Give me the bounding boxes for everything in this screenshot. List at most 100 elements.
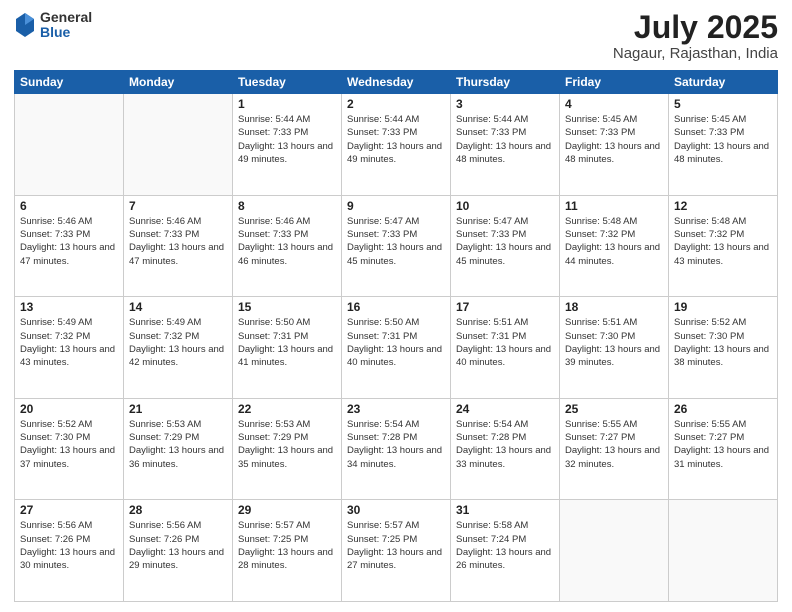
day-number: 25 [565,402,663,416]
day-number: 7 [129,199,227,213]
day-info: Sunrise: 5:52 AM Sunset: 7:30 PM Dayligh… [20,418,118,471]
day-cell: 27Sunrise: 5:56 AM Sunset: 7:26 PM Dayli… [15,500,124,602]
title-block: July 2025 Nagaur, Rajasthan, India [613,10,778,62]
day-number: 30 [347,503,445,517]
col-header-friday: Friday [560,71,669,94]
day-cell: 9 Sunrise: 5:47 AM Sunset: 7:33 PM Daylig… [342,195,451,297]
day-cell: 20 Sunrise: 5:52 AM Sunset: 7:30 PM Dayli… [15,398,124,500]
day-info: Sunrise: 5:57 AM Sunset: 7:25 PM Dayligh… [238,519,336,572]
header: General Blue July 2025 Nagaur, Rajasthan… [14,10,778,62]
day-info: Sunrise: 5:45 AM Sunset: 7:33 PM Dayligh… [565,113,663,166]
location: Nagaur, Rajasthan, India [613,45,778,62]
day-number: 31 [456,503,554,517]
day-info: Sunrise: 5:54 AM Sunset: 7:28 PM Dayligh… [456,418,554,471]
day-cell: 31 Sunrise: 5:58 AM Sunset: 7:24 PM Dayli… [451,500,560,602]
logo-blue: Blue [40,25,92,40]
day-cell: 12 Sunrise: 5:48 AM Sunset: 7:32 PM Dayli… [669,195,778,297]
day-number: 21 [129,402,227,416]
day-cell: 22Sunrise: 5:53 AM Sunset: 7:29 PM Dayli… [233,398,342,500]
day-info: Sunrise: 5:57 AM Sunset: 7:25 PM Dayligh… [347,519,445,572]
day-number: 14 [129,300,227,314]
day-number: 12 [674,199,772,213]
week-row-1: 1Sunrise: 5:44 AM Sunset: 7:33 PM Daylig… [15,94,778,196]
day-info: Sunrise: 5:48 AM Sunset: 7:32 PM Dayligh… [674,215,772,268]
day-cell: 23Sunrise: 5:54 AM Sunset: 7:28 PM Dayli… [342,398,451,500]
day-info: Sunrise: 5:53 AM Sunset: 7:29 PM Dayligh… [129,418,227,471]
day-number: 11 [565,199,663,213]
day-cell: 18Sunrise: 5:51 AM Sunset: 7:30 PM Dayli… [560,297,669,399]
day-cell [560,500,669,602]
day-cell: 17 Sunrise: 5:51 AM Sunset: 7:31 PM Dayli… [451,297,560,399]
day-info: Sunrise: 5:44 AM Sunset: 7:33 PM Dayligh… [238,113,336,166]
day-number: 24 [456,402,554,416]
logo-icon [14,11,36,39]
day-number: 10 [456,199,554,213]
day-info: Sunrise: 5:52 AM Sunset: 7:30 PM Dayligh… [674,316,772,369]
week-row-5: 27Sunrise: 5:56 AM Sunset: 7:26 PM Dayli… [15,500,778,602]
day-number: 9 [347,199,445,213]
col-header-saturday: Saturday [669,71,778,94]
day-info: Sunrise: 5:56 AM Sunset: 7:26 PM Dayligh… [20,519,118,572]
day-cell: 8Sunrise: 5:46 AM Sunset: 7:33 PM Daylig… [233,195,342,297]
day-info: Sunrise: 5:46 AM Sunset: 7:33 PM Dayligh… [20,215,118,268]
day-number: 20 [20,402,118,416]
day-cell: 16Sunrise: 5:50 AM Sunset: 7:31 PM Dayli… [342,297,451,399]
day-cell: 19 Sunrise: 5:52 AM Sunset: 7:30 PM Dayli… [669,297,778,399]
day-number: 28 [129,503,227,517]
day-info: Sunrise: 5:49 AM Sunset: 7:32 PM Dayligh… [129,316,227,369]
day-number: 13 [20,300,118,314]
day-number: 26 [674,402,772,416]
day-number: 5 [674,97,772,111]
day-cell: 25 Sunrise: 5:55 AM Sunset: 7:27 PM Dayli… [560,398,669,500]
day-info: Sunrise: 5:47 AM Sunset: 7:33 PM Dayligh… [347,215,445,268]
day-cell: 6Sunrise: 5:46 AM Sunset: 7:33 PM Daylig… [15,195,124,297]
day-cell [15,94,124,196]
logo: General Blue [14,10,92,41]
day-info: Sunrise: 5:44 AM Sunset: 7:33 PM Dayligh… [347,113,445,166]
day-number: 17 [456,300,554,314]
col-header-tuesday: Tuesday [233,71,342,94]
day-cell: 10 Sunrise: 5:47 AM Sunset: 7:33 PM Dayli… [451,195,560,297]
day-cell [124,94,233,196]
day-info: Sunrise: 5:56 AM Sunset: 7:26 PM Dayligh… [129,519,227,572]
week-row-3: 13 Sunrise: 5:49 AM Sunset: 7:32 PM Dayli… [15,297,778,399]
day-info: Sunrise: 5:48 AM Sunset: 7:32 PM Dayligh… [565,215,663,268]
day-number: 16 [347,300,445,314]
day-number: 19 [674,300,772,314]
day-number: 15 [238,300,336,314]
col-header-wednesday: Wednesday [342,71,451,94]
day-cell: 30 Sunrise: 5:57 AM Sunset: 7:25 PM Dayli… [342,500,451,602]
calendar-table: SundayMondayTuesdayWednesdayThursdayFrid… [14,70,778,602]
day-cell: 15 Sunrise: 5:50 AM Sunset: 7:31 PM Dayli… [233,297,342,399]
day-cell: 4 Sunrise: 5:45 AM Sunset: 7:33 PM Daylig… [560,94,669,196]
month-title: July 2025 [613,10,778,45]
page: General Blue July 2025 Nagaur, Rajasthan… [0,0,792,612]
week-row-4: 20 Sunrise: 5:52 AM Sunset: 7:30 PM Dayli… [15,398,778,500]
day-cell: 7 Sunrise: 5:46 AM Sunset: 7:33 PM Daylig… [124,195,233,297]
day-info: Sunrise: 5:46 AM Sunset: 7:33 PM Dayligh… [129,215,227,268]
day-cell: 13Sunrise: 5:49 AM Sunset: 7:32 PM Dayli… [15,297,124,399]
day-info: Sunrise: 5:46 AM Sunset: 7:33 PM Dayligh… [238,215,336,268]
day-cell: 5Sunrise: 5:45 AM Sunset: 7:33 PM Daylig… [669,94,778,196]
day-number: 4 [565,97,663,111]
day-info: Sunrise: 5:55 AM Sunset: 7:27 PM Dayligh… [565,418,663,471]
day-info: Sunrise: 5:44 AM Sunset: 7:33 PM Dayligh… [456,113,554,166]
col-header-monday: Monday [124,71,233,94]
calendar-header-row: SundayMondayTuesdayWednesdayThursdayFrid… [15,71,778,94]
week-row-2: 6Sunrise: 5:46 AM Sunset: 7:33 PM Daylig… [15,195,778,297]
day-cell: 26Sunrise: 5:55 AM Sunset: 7:27 PM Dayli… [669,398,778,500]
day-cell: 21 Sunrise: 5:53 AM Sunset: 7:29 PM Dayli… [124,398,233,500]
col-header-sunday: Sunday [15,71,124,94]
day-info: Sunrise: 5:54 AM Sunset: 7:28 PM Dayligh… [347,418,445,471]
day-cell: 1Sunrise: 5:44 AM Sunset: 7:33 PM Daylig… [233,94,342,196]
day-info: Sunrise: 5:51 AM Sunset: 7:31 PM Dayligh… [456,316,554,369]
day-info: Sunrise: 5:50 AM Sunset: 7:31 PM Dayligh… [238,316,336,369]
logo-general: General [40,10,92,25]
day-info: Sunrise: 5:47 AM Sunset: 7:33 PM Dayligh… [456,215,554,268]
day-cell: 3Sunrise: 5:44 AM Sunset: 7:33 PM Daylig… [451,94,560,196]
day-info: Sunrise: 5:58 AM Sunset: 7:24 PM Dayligh… [456,519,554,572]
day-cell: 2Sunrise: 5:44 AM Sunset: 7:33 PM Daylig… [342,94,451,196]
logo-text: General Blue [40,10,92,41]
day-cell: 14 Sunrise: 5:49 AM Sunset: 7:32 PM Dayli… [124,297,233,399]
day-number: 29 [238,503,336,517]
